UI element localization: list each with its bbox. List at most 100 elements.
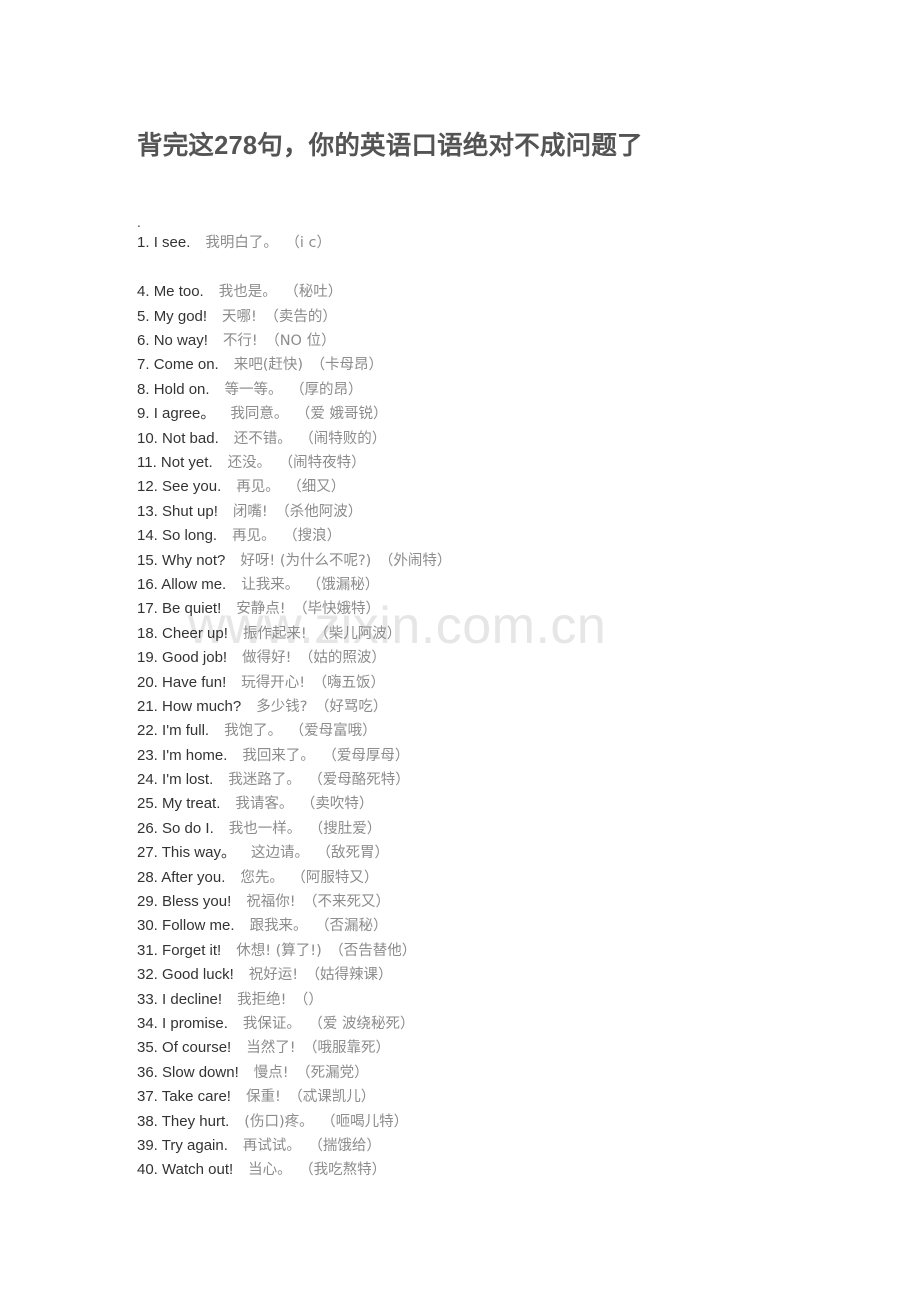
phrase-english: I promise.	[162, 1014, 228, 1032]
phrase-row: 32. Good luck! 祝好运! （姑得辣课）	[137, 963, 837, 987]
phrase-number: 25.	[137, 795, 158, 813]
phrase-english: Not bad.	[162, 429, 219, 447]
phrase-english: Bless you!	[162, 893, 232, 911]
phrase-english: Shut up!	[162, 502, 218, 520]
phrase-phonetic: （饿漏秘）	[306, 576, 380, 593]
phrase-chinese: 还没。	[227, 455, 272, 471]
phrase-chinese: 玩得开心!	[241, 674, 306, 691]
phrase-row: 29. Bless you! 祝福你! （不来死又）	[137, 890, 837, 914]
phrase-row: 19. Good job! 做得好! （姑的照波）	[137, 646, 837, 670]
phrase-phonetic: （厚的昂）	[290, 381, 363, 398]
phrase-row: 15. Why not? 好呀! (为什么不呢?) （外闹特）	[137, 549, 837, 573]
phrase-chinese: 这边请。	[250, 845, 309, 862]
phrase-chinese: 慢点!	[253, 1064, 289, 1081]
phrase-english: I'm full.	[162, 722, 210, 740]
phrase-chinese: 来吧(赶快)	[233, 357, 304, 374]
phrase-row: 34. I promise. 我保证。 （爱 波绕秘死）	[137, 1012, 837, 1036]
phrase-english: Be quiet!	[162, 600, 222, 618]
phrase-phonetic: （爱母富哦）	[289, 723, 377, 740]
phrase-number: 5.	[137, 307, 150, 325]
phrase-number: 22.	[137, 722, 158, 740]
phrase-number: 37.	[137, 1088, 158, 1106]
phrase-chinese: 我保证。	[242, 1015, 301, 1032]
phrase-chinese: 振作起来!	[242, 625, 307, 642]
phrase-number: 7.	[137, 356, 150, 374]
phrase-row: 36. Slow down! 慢点! （死漏党）	[137, 1061, 837, 1085]
phrase-phonetic: （外闹特）	[378, 552, 452, 569]
phrase-english: Try again.	[161, 1136, 228, 1154]
phrase-row: 18. Cheer up! 振作起来! （柴儿阿波）	[137, 622, 837, 646]
phrase-english: I'm home.	[162, 746, 228, 764]
phrase-number: 6.	[137, 332, 150, 350]
phrase-number: 18.	[137, 624, 158, 642]
phrase-row: 8. Hold on. 等一等。 （厚的昂）	[137, 378, 837, 402]
phrase-number: 17.	[137, 600, 158, 618]
phrase-row: 33. I decline! 我拒绝! （）	[137, 988, 837, 1012]
phrase-english: See you.	[162, 478, 222, 496]
phrase-phonetic: （我吃熬特）	[299, 1162, 387, 1179]
phrase-number: 11.	[137, 454, 157, 471]
phrase-english: My treat.	[162, 795, 221, 813]
phrase-chinese: 我明白了。	[205, 234, 278, 251]
phrase-row: 14. So long. 再见。 （搜浪）	[137, 524, 837, 548]
phrase-chinese: 等一等。	[224, 381, 283, 398]
phrase-phonetic: （卡母昂）	[310, 357, 384, 374]
phrase-chinese: 我请客。	[235, 796, 294, 813]
phrase-chinese: 当然了!	[246, 1040, 296, 1057]
phrase-phonetic: （姑得辣课）	[305, 967, 393, 984]
phrase-chinese: 祝福你!	[246, 894, 296, 911]
phrase-english: Forget it!	[162, 941, 222, 959]
phrase-phonetic: （杀他阿波）	[275, 503, 363, 520]
phrase-chinese: 休想! (算了!)	[236, 942, 322, 959]
phrase-row: 16. Allow me. 让我来。 （饿漏秘）	[137, 573, 837, 597]
phrase-number: 12.	[137, 478, 158, 496]
phrase-english: Come on.	[153, 356, 219, 374]
phrase-number: 15.	[137, 551, 158, 569]
phrase-chinese: (伤口)疼。	[244, 1113, 314, 1130]
phrase-row: 30. Follow me. 跟我来。 （否漏秘）	[137, 914, 837, 938]
phrase-number: 35.	[137, 1039, 158, 1057]
phrase-row: 9. I agree。 我同意。 （爱 娥哥锐）	[137, 402, 837, 426]
phrase-english: Take care!	[161, 1088, 231, 1106]
phrase-number: 31.	[137, 941, 158, 959]
phrase-phonetic: （爱母酪死特）	[308, 772, 410, 789]
phrase-number: 4.	[137, 283, 150, 301]
phrase-chinese: 我拒绝!	[237, 991, 287, 1008]
phrase-row: 12. See you. 再见。 （细又）	[137, 475, 837, 499]
page-title: 背完这278句，你的英语口语绝对不成问题了	[137, 132, 643, 160]
phrase-number: 21.	[137, 697, 158, 715]
phrase-row: 27. This way。 这边请。 （敌死胃）	[137, 841, 837, 865]
phrase-number: 14.	[137, 527, 158, 545]
phrase-number: 30.	[137, 917, 158, 935]
phrase-phonetic: （否告替他）	[329, 942, 417, 959]
phrase-chinese: 安静点!	[236, 601, 286, 618]
phrase-number: 39.	[137, 1136, 158, 1154]
phrase-row: 28. After you. 您先。 （阿服特又）	[137, 866, 837, 890]
phrase-chinese: 我回来了。	[242, 747, 315, 764]
phrase-english: Hold on.	[153, 380, 210, 398]
phrase-chinese: 当心。	[248, 1162, 292, 1179]
phrase-row: 7. Come on. 来吧(赶快) （卡母昂）	[137, 353, 837, 377]
phrase-english: Not yet.	[160, 454, 213, 471]
phrase-chinese: 我饱了。	[224, 723, 283, 740]
phrase-phonetic: （细又）	[287, 479, 346, 496]
phrase-number: 13.	[137, 502, 158, 520]
phrase-chinese: 再见。	[236, 479, 280, 496]
phrase-english: Good job!	[162, 649, 228, 667]
phrase-row: 6. No way! 不行! （NO 位）	[137, 329, 837, 353]
phrase-english: So do I.	[162, 819, 214, 837]
document-page: www.zixin.com.cn 背完这278句，你的英语口语绝对不成问题了 .…	[0, 0, 920, 1302]
phrase-row: 26. So do I. 我也一样。 （搜肚爱）	[137, 817, 837, 841]
phrase-phonetic: （毕快娥特）	[293, 601, 381, 618]
phrase-phonetic: （姑的照波）	[298, 650, 386, 667]
phrase-chinese: 天哪!	[222, 308, 257, 325]
phrase-row: 39. Try again. 再试试。 （揣饿给）	[137, 1134, 837, 1158]
phrase-number: 36.	[137, 1063, 158, 1081]
phrase-row: 21. How much? 多少钱? （好骂吃）	[137, 695, 837, 719]
phrase-number: 20.	[137, 673, 158, 691]
document-content: 背完这278句，你的英语口语绝对不成问题了 . 1. I see. 我明白了。 …	[137, 0, 837, 1183]
phrase-chinese: 您先。	[240, 869, 284, 886]
phrase-phonetic: （闹特败的）	[299, 430, 387, 447]
phrase-row: 11. Not yet. 还没。 （闹特夜特）	[137, 451, 837, 475]
phrase-phonetic: （爱母厚母）	[322, 747, 410, 764]
